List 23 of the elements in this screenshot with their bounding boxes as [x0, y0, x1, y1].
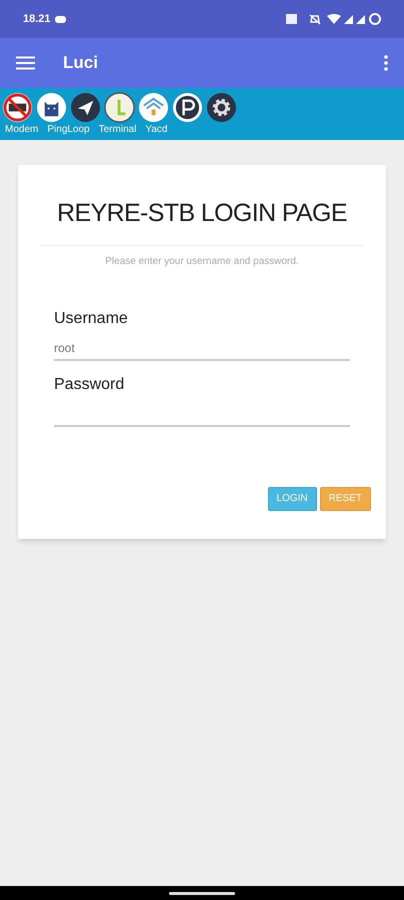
badge-icon[interactable] [104, 92, 135, 123]
login-button[interactable]: LOGIN [268, 486, 317, 510]
reset-button[interactable]: RESET [320, 486, 371, 510]
input-field[interactable]: root [54, 336, 350, 360]
circle-logo-icon[interactable] [172, 92, 203, 123]
home-handle[interactable] [169, 892, 235, 894]
login-instructions: Please enter your username and password. [104, 254, 300, 268]
app-title: Luci [63, 52, 99, 74]
shortcut-label[interactable]: PingLoop [47, 124, 90, 136]
menu-icon[interactable] [16, 56, 35, 70]
paper-plane-icon[interactable] [70, 92, 101, 123]
cat-icon[interactable] [36, 92, 67, 123]
no-ads-icon[interactable] [2, 92, 33, 123]
field-label: Password [54, 374, 126, 394]
field-label: Username [54, 308, 129, 328]
status-time: 18.21 [23, 12, 51, 27]
notification-icon [54, 15, 66, 23]
shortcut-label[interactable]: Yacd [145, 124, 168, 136]
shortcut-label[interactable]: Modem [5, 124, 38, 136]
settings-icon[interactable] [206, 92, 237, 123]
login-title: REYRE-STB LOGIN PAGE [56, 198, 348, 229]
more-icon[interactable] [384, 55, 388, 71]
shortcut-label[interactable]: Terminal [98, 124, 136, 136]
